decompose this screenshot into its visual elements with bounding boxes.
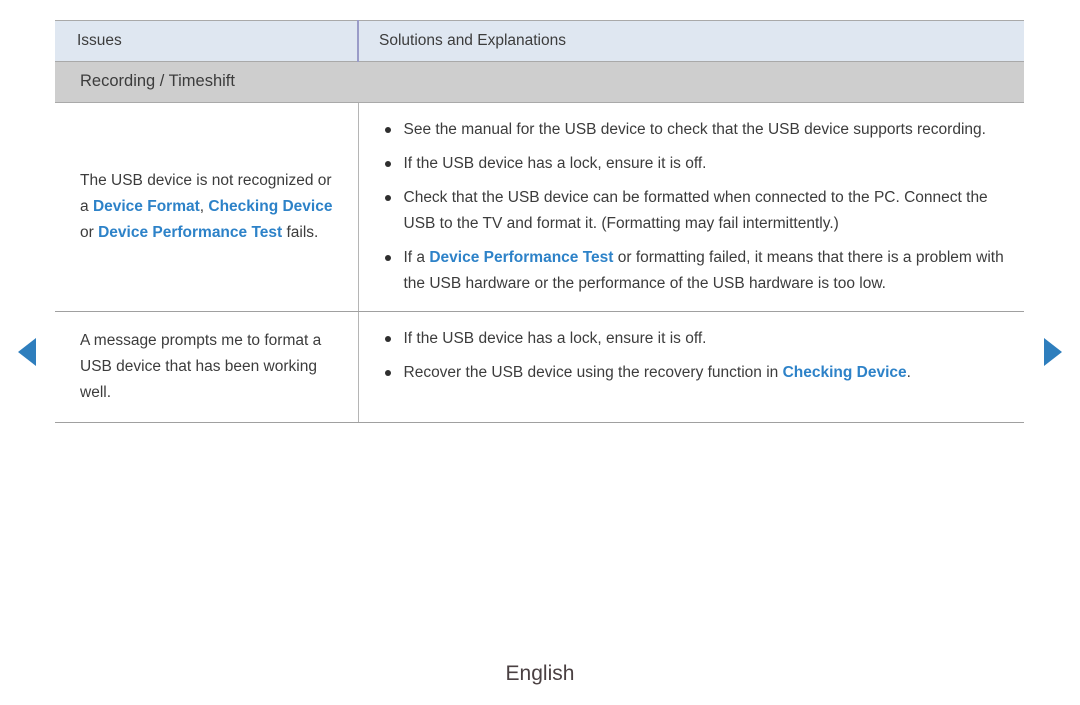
solution-bullet-list: See the manual for the USB device to che… xyxy=(379,117,1007,297)
list-item: If a Device Performance Test or formatti… xyxy=(379,245,1007,297)
manual-page: Issues Solutions and Explanations Record… xyxy=(0,0,1080,705)
list-item: See the manual for the USB device to che… xyxy=(379,117,1007,143)
table-row: The USB device is not recognized or a De… xyxy=(55,102,1024,312)
troubleshooting-table: Issues Solutions and Explanations Record… xyxy=(55,20,1024,423)
triangle-right-icon[interactable] xyxy=(1044,338,1062,366)
triangle-left-icon[interactable] xyxy=(18,338,36,366)
issue-cell: The USB device is not recognized or a De… xyxy=(55,102,358,312)
list-item: If the USB device has a lock, ensure it … xyxy=(379,151,1007,177)
list-item: Check that the USB device can be formatt… xyxy=(379,185,1007,237)
table-row: A message prompts me to format a USB dev… xyxy=(55,311,1024,423)
column-header-solutions: Solutions and Explanations xyxy=(357,20,1024,62)
solution-bullet-list: If the USB device has a lock, ensure it … xyxy=(379,326,1007,386)
highlighted-term: Device Format xyxy=(92,198,200,215)
solution-cell: See the manual for the USB device to che… xyxy=(357,102,1024,312)
section-title: Recording / Timeshift xyxy=(55,61,1024,103)
highlighted-term: Checking Device xyxy=(782,364,907,381)
list-item: If the USB device has a lock, ensure it … xyxy=(379,326,1007,352)
table-header-row: Issues Solutions and Explanations xyxy=(55,20,1024,62)
highlighted-term: Checking Device xyxy=(208,198,333,215)
page-footer-language: English xyxy=(505,662,575,685)
highlighted-term: Device Performance Test xyxy=(429,249,614,266)
column-header-issues: Issues xyxy=(55,20,358,62)
solution-cell: If the USB device has a lock, ensure it … xyxy=(357,311,1024,423)
issue-cell: A message prompts me to format a USB dev… xyxy=(55,311,358,423)
section-row: Recording / Timeshift xyxy=(55,61,1024,103)
highlighted-term: Device Performance Test xyxy=(98,224,283,241)
list-item: Recover the USB device using the recover… xyxy=(379,360,1007,386)
table-body: Recording / Timeshift The USB device is … xyxy=(55,61,1024,423)
